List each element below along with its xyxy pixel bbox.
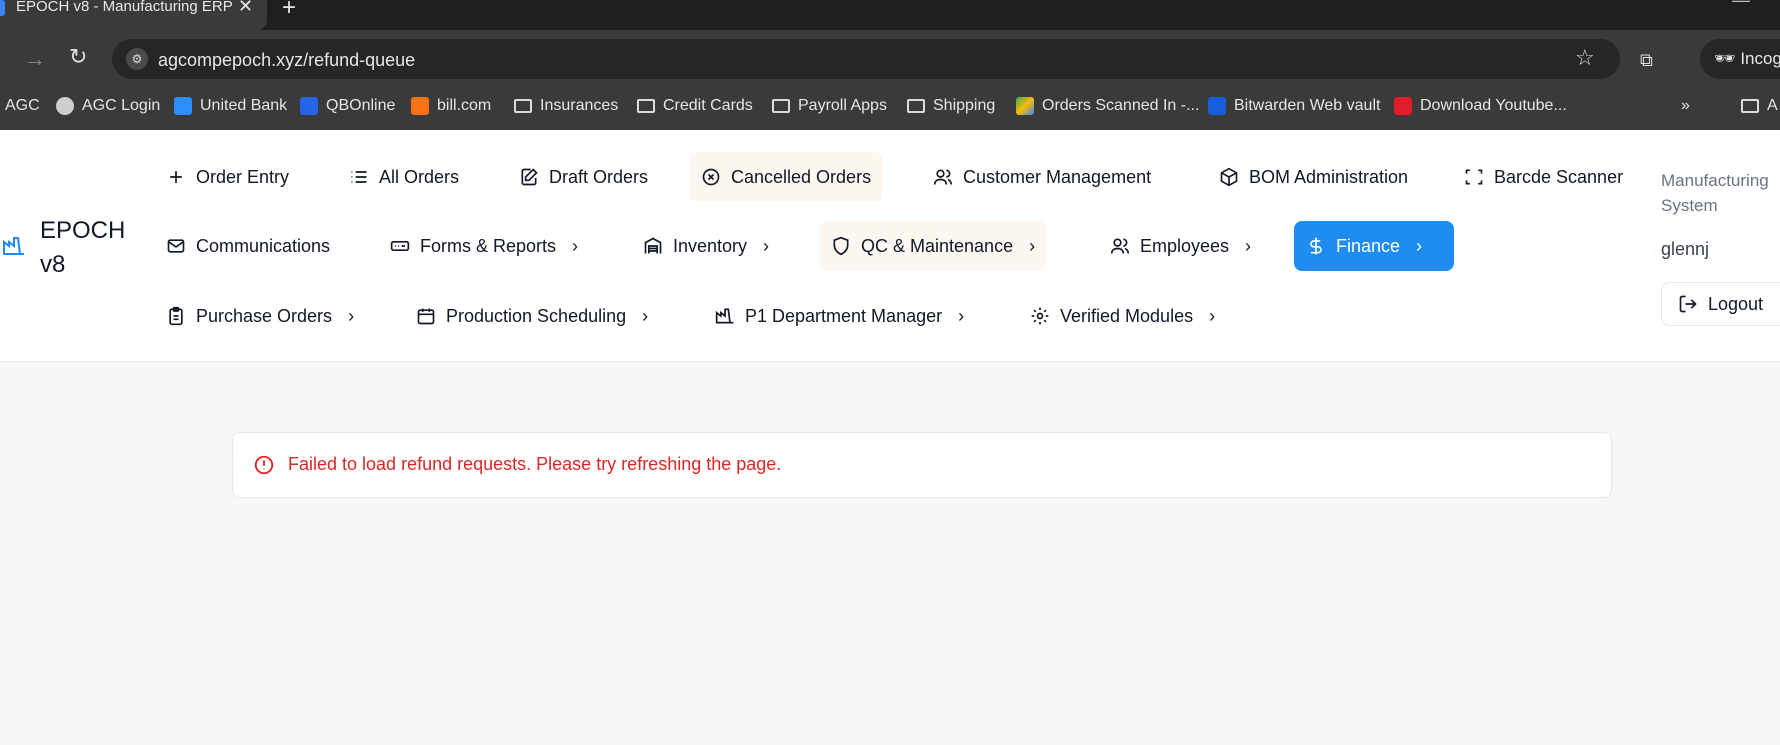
site-info-icon[interactable]: ⚙ — [126, 48, 148, 70]
address-bar[interactable]: ⚙ agcompepoch.xyz/refund-queue ☆ — [112, 39, 1620, 79]
shield-icon — [833, 236, 849, 256]
bitwarden-icon — [1208, 97, 1226, 115]
gear-icon — [1031, 307, 1049, 325]
folder-icon — [772, 99, 790, 113]
window-minimize-icon[interactable]: — — [1732, 0, 1750, 11]
chevron-right-icon: › — [1029, 235, 1036, 256]
qb-icon — [300, 97, 318, 115]
globe-icon — [56, 97, 74, 115]
app-header: EPOCH v8 Order Entry All Orders Draft Or… — [0, 130, 1780, 362]
folder-icon — [907, 99, 925, 113]
bookmark-item[interactable]: Download Youtube... — [1394, 97, 1567, 115]
alert-circle-icon — [254, 455, 274, 475]
chevron-right-icon: › — [958, 305, 965, 326]
brand-name: EPOCH v8 — [40, 217, 126, 278]
chevron-right-icon: › — [642, 305, 649, 326]
users-icon — [933, 169, 953, 185]
nav-barcode-scanner[interactable]: Barcde Scanner — [1452, 152, 1635, 202]
drive-icon — [1016, 97, 1034, 115]
chevron-right-icon: › — [763, 235, 770, 256]
bookmark-item[interactable]: Insurances — [514, 97, 618, 115]
username: glennj — [1661, 239, 1710, 259]
scan-icon — [1465, 169, 1483, 185]
nav-purchase-orders[interactable]: Purchase Orders › — [154, 291, 366, 341]
incognito-icon: 🕶 — [1714, 49, 1736, 68]
box-icon — [1220, 167, 1238, 187]
nav-p1-department-manager[interactable]: P1 Department Manager › — [703, 291, 976, 341]
browser-tabstrip: EPOCH v8 - Manufacturing ERP ✕ + — — [0, 0, 1780, 30]
incognito-badge[interactable]: 🕶 Incog — [1700, 39, 1780, 79]
chevron-right-icon: › — [572, 235, 579, 256]
bill-icon — [411, 97, 429, 115]
factory-logo-icon — [3, 237, 24, 255]
nav-communications[interactable]: Communications — [154, 221, 342, 271]
plus-icon — [170, 171, 182, 183]
nav-all-orders[interactable]: All Orders — [337, 152, 471, 202]
error-alert: Failed to load refund requests. Please t… — [232, 432, 1612, 498]
calendar-icon — [417, 308, 435, 325]
chevron-right-icon: › — [1416, 235, 1423, 256]
url-text[interactable]: agcompepoch.xyz/refund-queue — [158, 50, 415, 71]
bookmark-item[interactable]: Orders Scanned In -... — [1016, 97, 1199, 115]
error-message: Failed to load refund requests. Please t… — [288, 454, 782, 474]
folder-icon — [637, 99, 655, 113]
bookmarks-overflow-button[interactable]: » — [1681, 97, 1690, 115]
clipboard-icon — [169, 306, 183, 326]
edit-icon — [521, 168, 538, 186]
dollar-icon — [1310, 237, 1322, 255]
bookmark-item[interactable]: Payroll Apps — [772, 97, 887, 115]
nav-bom-administration[interactable]: BOM Administration — [1207, 152, 1420, 202]
bookmark-item[interactable]: AGC Login — [56, 97, 160, 115]
list-icon — [351, 171, 367, 183]
new-tab-button[interactable]: + — [282, 0, 296, 22]
nav-finance[interactable]: Finance › — [1294, 221, 1454, 271]
nav-qc-maintenance[interactable]: QC & Maintenance › — [819, 221, 1048, 271]
nav-employees[interactable]: Employees › — [1098, 221, 1263, 271]
nav-cancelled-orders[interactable]: Cancelled Orders — [689, 152, 884, 202]
bookmark-star-icon[interactable]: ☆ — [1575, 45, 1595, 71]
nav-order-entry[interactable]: Order Entry — [154, 152, 301, 202]
x-circle-icon — [702, 168, 720, 186]
nav-inventory[interactable]: Inventory › — [631, 221, 781, 271]
nav-verified-modules[interactable]: Verified Modules › — [1018, 291, 1227, 341]
warehouse-icon — [644, 237, 662, 254]
tab-close-icon[interactable]: ✕ — [238, 0, 253, 17]
nav-draft-orders[interactable]: Draft Orders — [507, 152, 660, 202]
bookmark-item[interactable]: Credit Cards — [637, 97, 753, 115]
tab-search-icon[interactable]: ⧉ — [1640, 50, 1653, 71]
bookmark-item[interactable]: QBOnline — [300, 97, 395, 115]
browser-toolbar: → ↻ ⚙ agcompepoch.xyz/refund-queue ☆ ⧉ 🕶… — [0, 30, 1780, 88]
youtube-dl-icon — [1394, 97, 1412, 115]
folder-icon — [514, 99, 532, 113]
bookmarks-bar: AGC AGC Login United Bank QBOnline bill.… — [0, 88, 1780, 130]
bookmark-item[interactable]: bill.com — [411, 97, 491, 115]
bookmark-item[interactable]: Bitwarden Web vault — [1208, 97, 1380, 115]
form-icon — [390, 241, 410, 251]
users-icon — [1110, 238, 1130, 254]
bookmark-item[interactable]: A — [1741, 97, 1778, 115]
nav-customer-management[interactable]: Customer Management — [921, 152, 1163, 202]
chevron-right-icon: › — [1209, 305, 1216, 326]
reload-icon[interactable]: ↻ — [69, 44, 87, 70]
bank-icon — [174, 97, 192, 115]
bookmark-item[interactable]: Shipping — [907, 97, 995, 115]
folder-icon — [1741, 99, 1759, 113]
tab-favicon-icon — [0, 0, 5, 16]
nav-production-scheduling[interactable]: Production Scheduling › — [404, 291, 660, 341]
logout-button[interactable]: Logout — [1661, 282, 1780, 326]
bookmark-item[interactable]: AGC — [5, 97, 40, 115]
logout-icon — [1679, 295, 1697, 313]
nav-forms-reports[interactable]: Forms & Reports › — [378, 221, 590, 271]
tab-title: EPOCH v8 - Manufacturing ERP — [16, 0, 233, 15]
bookmark-item[interactable]: United Bank — [174, 97, 287, 115]
chevron-right-icon: › — [1245, 235, 1252, 256]
incognito-label: Incog — [1740, 49, 1780, 68]
chevron-right-icon: › — [348, 305, 355, 326]
browser-tab[interactable]: EPOCH v8 - Manufacturing ERP ✕ — [0, 0, 267, 30]
factory-icon — [715, 308, 734, 324]
mail-icon — [167, 239, 185, 253]
system-label: Manufacturing System — [1661, 171, 1769, 215]
forward-icon[interactable]: → — [24, 46, 46, 72]
